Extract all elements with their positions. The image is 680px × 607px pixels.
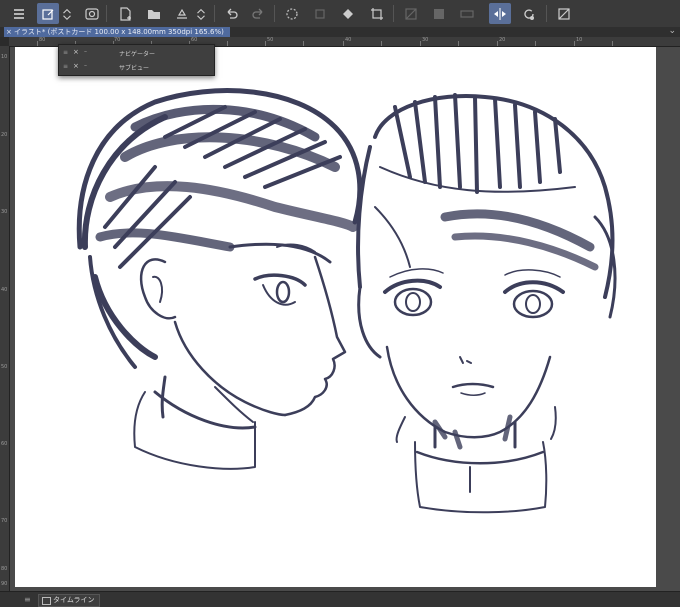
- new-canvas-icon[interactable]: [37, 3, 59, 24]
- ruler-label: 40: [345, 37, 352, 43]
- ruler-label: 20: [1, 132, 8, 138]
- ruler-label: 80: [39, 37, 46, 43]
- timeline-icon: [42, 597, 51, 605]
- ruler-label: 80: [1, 566, 8, 572]
- chevron-down-icon[interactable]: ⌄: [668, 26, 676, 36]
- ruler-label: 50: [267, 37, 274, 43]
- ruler-label: 40: [1, 287, 8, 293]
- top-toolbar: [0, 0, 680, 28]
- ruler-label: 70: [1, 518, 8, 524]
- menu-icon[interactable]: ≡: [63, 49, 68, 56]
- timeline-button[interactable]: タイムライン: [38, 594, 100, 607]
- close-icon[interactable]: ×: [6, 27, 12, 37]
- ruler-label: 30: [1, 209, 8, 215]
- ruler-label: 90: [1, 581, 8, 587]
- tab-bar: × イラスト* (ポストカード 100.00 x 148.00mm 350dpi…: [0, 26, 680, 37]
- transform-icon[interactable]: [366, 3, 388, 24]
- menu-icon[interactable]: ≡: [24, 595, 31, 604]
- redo-icon[interactable]: [248, 3, 270, 24]
- ruler-label: 10: [576, 37, 583, 43]
- ruler-label: 30: [422, 37, 429, 43]
- ruler-label: 70: [114, 37, 121, 43]
- popup-row-subview[interactable]: ≡ × – サブビュー: [59, 60, 214, 74]
- close-icon[interactable]: ×: [73, 48, 79, 56]
- color-icon[interactable]: [553, 3, 575, 24]
- save-icon[interactable]: [171, 3, 193, 24]
- drawing-paper[interactable]: [15, 47, 656, 587]
- ruler-label: 10: [1, 54, 8, 60]
- close-icon[interactable]: ×: [73, 62, 79, 70]
- ruler-label: 60: [1, 441, 8, 447]
- loading-icon[interactable]: [281, 3, 303, 24]
- popup-label: ナビゲーター: [119, 51, 156, 58]
- menu-icon[interactable]: [8, 3, 30, 24]
- mirror-icon[interactable]: [489, 3, 511, 24]
- popup-label: サブビュー: [119, 65, 150, 72]
- new-file-icon[interactable]: [114, 3, 136, 24]
- popup-row-navigator[interactable]: ≡ × – ナビゲーター: [59, 46, 214, 60]
- bottom-bar: ≡ タイムライン: [0, 591, 680, 607]
- quick-access-icon[interactable]: [81, 3, 103, 24]
- minimize-icon[interactable]: –: [84, 62, 87, 69]
- rotate-icon[interactable]: [518, 3, 540, 24]
- canvas-area[interactable]: [10, 47, 680, 591]
- timeline-label: タイムライン: [53, 596, 95, 604]
- ruler-label: 60: [191, 37, 198, 43]
- layer-mask-icon[interactable]: [428, 3, 450, 24]
- hide-selection-icon[interactable]: [400, 3, 422, 24]
- clear-icon[interactable]: [309, 3, 331, 24]
- snap-icon[interactable]: [456, 3, 478, 24]
- navigator-popup: ≡ × – ナビゲーター ≡ × – サブビュー: [58, 44, 215, 76]
- menu-icon[interactable]: ≡: [63, 63, 68, 70]
- open-folder-icon[interactable]: [143, 3, 165, 24]
- updown-icon-2[interactable]: [194, 3, 208, 24]
- sketch-drawing: [76, 88, 617, 514]
- ruler-left: 10 20 30 40 50 60 70 80 90: [0, 46, 10, 591]
- updown-icon[interactable]: [60, 3, 74, 24]
- undo-icon[interactable]: [220, 3, 242, 24]
- minimize-icon[interactable]: –: [84, 48, 87, 55]
- document-tab[interactable]: × イラスト* (ポストカード 100.00 x 148.00mm 350dpi…: [4, 27, 230, 37]
- document-tab-title: イラスト* (ポストカード 100.00 x 148.00mm 350dpi 1…: [14, 28, 224, 36]
- fill-icon[interactable]: [337, 3, 359, 24]
- ruler-label: 50: [1, 364, 8, 370]
- ruler-label: 20: [499, 37, 506, 43]
